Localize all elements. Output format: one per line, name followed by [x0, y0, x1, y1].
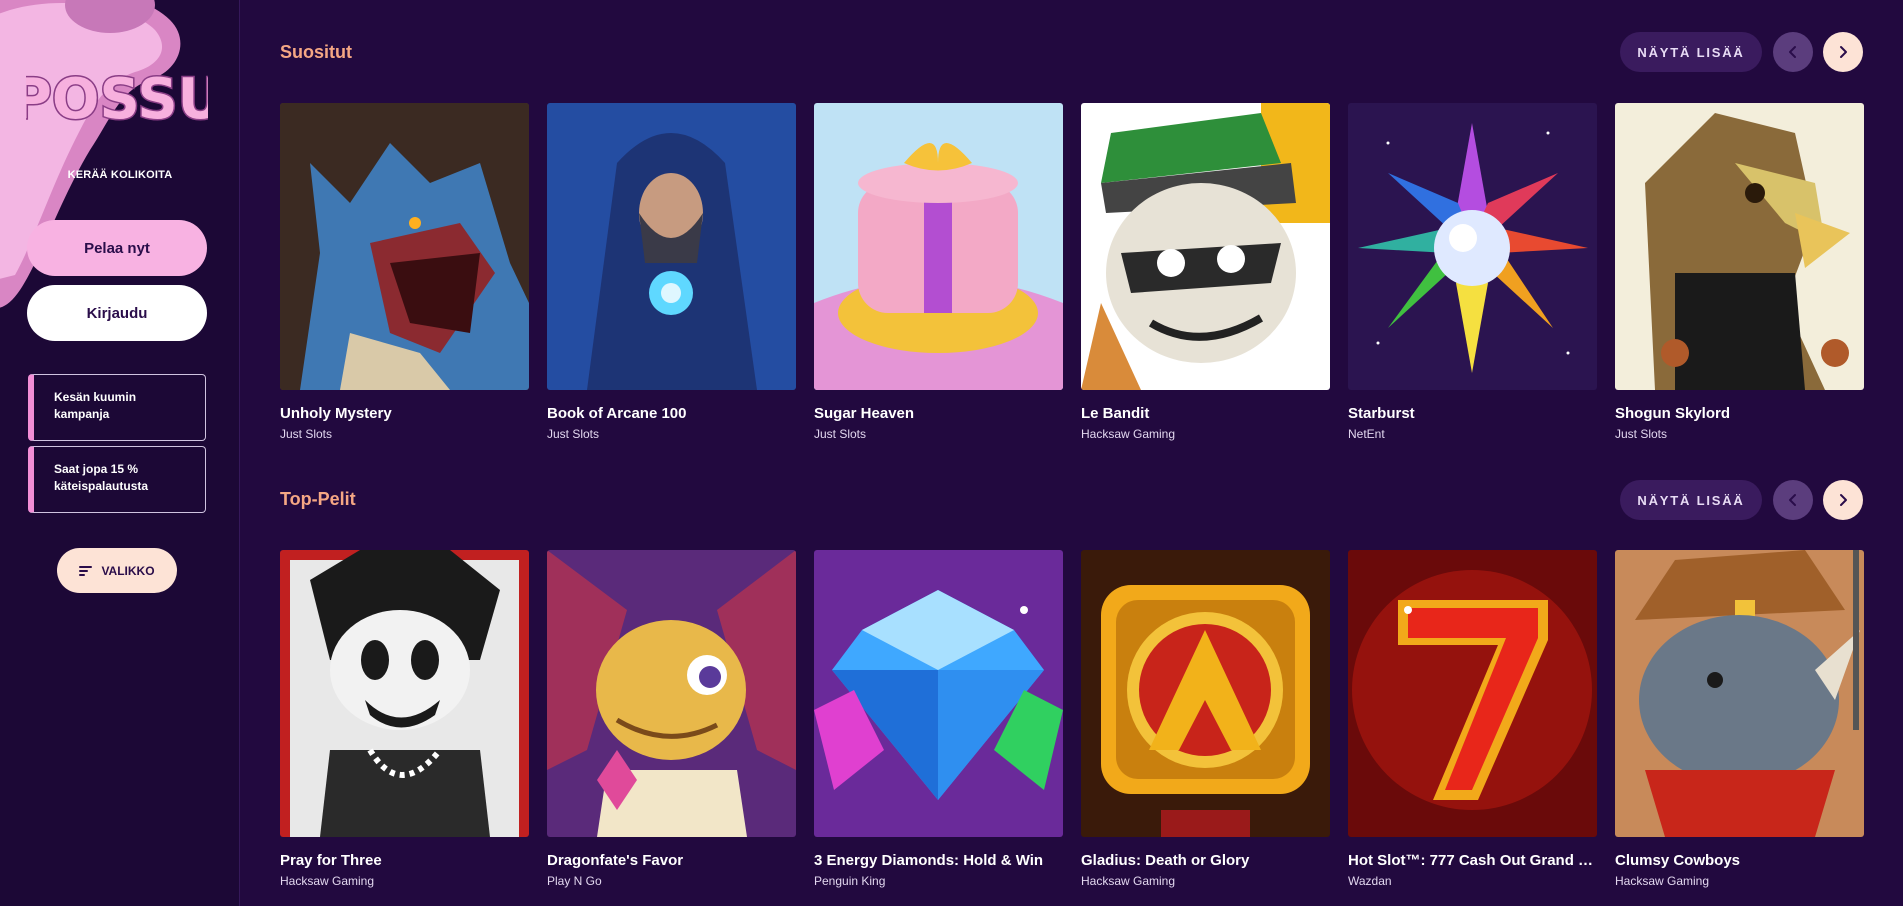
game-thumbnail-gift-box — [814, 103, 1063, 390]
game-provider: Just Slots — [814, 427, 867, 441]
game-provider: Wazdan — [1348, 874, 1392, 888]
game-thumbnail-cartoon-girl — [280, 550, 529, 837]
game-provider: Hacksaw Gaming — [1081, 427, 1176, 441]
game-provider: Just Slots — [1615, 427, 1668, 441]
game-card[interactable]: Unholy Mystery Just Slots — [280, 103, 529, 441]
promo-line: käteispalautusta — [54, 479, 149, 493]
promo-summer-campaign[interactable]: Kesän kuumin kampanja — [28, 374, 206, 441]
game-card[interactable]: Clumsy Cowboys Hacksaw Gaming — [1615, 550, 1864, 888]
game-card[interactable]: Starburst NetEnt — [1348, 103, 1597, 441]
game-card[interactable]: 3 Energy Diamonds: Hold & Win Penguin Ki… — [814, 550, 1063, 888]
promo-cashback[interactable]: Saat jopa 15 % käteispalautusta — [28, 446, 206, 513]
game-title: Starburst — [1348, 405, 1415, 422]
game-provider: Just Slots — [547, 427, 600, 441]
game-title: Gladius: Death or Glory — [1081, 852, 1250, 869]
game-card[interactable]: Gladius: Death or Glory Hacksaw Gaming — [1081, 550, 1330, 888]
menu-button[interactable]: VALIKKO — [57, 548, 177, 593]
game-title: Pray for Three — [280, 852, 382, 869]
game-thumbnail-raccoon — [1081, 103, 1330, 390]
login-button[interactable]: Kirjaudu — [27, 285, 207, 341]
game-title: Le Bandit — [1081, 405, 1150, 422]
game-thumbnail-wizard — [547, 103, 796, 390]
section-title-popular: Suositut — [280, 42, 352, 62]
game-card[interactable]: Sugar Heaven Just Slots — [814, 103, 1063, 441]
carousel-next-button[interactable] — [1823, 480, 1863, 520]
game-title: Hot Slot™: 777 Cash Out Grand Diamond — [1348, 852, 1597, 869]
game-thumbnail-shield-emblem — [1081, 550, 1330, 837]
possu-logo[interactable]: POSSU — [26, 58, 208, 134]
chevron-right-icon — [1840, 46, 1847, 58]
game-title: Dragonfate's Favor — [547, 852, 684, 869]
game-provider: Just Slots — [280, 427, 333, 441]
game-title: Unholy Mystery — [280, 405, 392, 422]
game-provider: Hacksaw Gaming — [1615, 874, 1710, 888]
promo-line: kampanja — [54, 407, 110, 421]
game-provider: NetEnt — [1348, 427, 1385, 441]
game-title: Book of Arcane 100 — [547, 405, 687, 422]
game-provider: Penguin King — [814, 874, 886, 888]
svg-text:POSSU: POSSU — [26, 67, 208, 132]
chevron-left-icon — [1789, 46, 1796, 58]
play-now-button[interactable]: Pelaa nyt — [27, 220, 207, 276]
game-provider: Play N Go — [547, 874, 602, 888]
game-card[interactable]: Le Bandit Hacksaw Gaming — [1081, 103, 1330, 441]
carousel-prev-button[interactable] — [1773, 480, 1813, 520]
show-more-button[interactable]: NÄYTÄ LISÄÄ — [1620, 480, 1762, 520]
game-title: 3 Energy Diamonds: Hold & Win — [814, 852, 1044, 869]
game-card[interactable]: Pray for Three Hacksaw Gaming — [280, 550, 529, 888]
game-thumbnail-werewolf — [280, 103, 529, 390]
promo-line: Saat jopa 15 % — [54, 462, 139, 476]
carousel-prev-button[interactable] — [1773, 32, 1813, 72]
game-title: Shogun Skylord — [1615, 405, 1731, 422]
game-card[interactable]: Dragonfate's Favor Play N Go — [547, 550, 796, 888]
tagline: KERÄÄ KOLIKOITA — [67, 169, 173, 181]
game-title: Sugar Heaven — [814, 405, 915, 422]
game-thumbnail-rhino-cowboy — [1615, 550, 1864, 837]
game-thumbnail-dragon — [547, 550, 796, 837]
chevron-left-icon — [1789, 494, 1796, 506]
game-thumbnail-lucky-seven — [1348, 550, 1597, 837]
game-title: Clumsy Cowboys — [1615, 852, 1741, 869]
game-provider: Hacksaw Gaming — [1081, 874, 1176, 888]
game-card[interactable]: Hot Slot™: 777 Cash Out Grand Diamond Wa… — [1348, 550, 1597, 888]
game-provider: Hacksaw Gaming — [280, 874, 375, 888]
section-title-top-games: Top-Pelit — [280, 489, 356, 509]
menu-label: VALIKKO — [101, 563, 155, 578]
game-card[interactable]: Shogun Skylord Just Slots — [1615, 103, 1864, 441]
promo-line: Kesän kuumin — [54, 390, 137, 404]
game-card[interactable]: Book of Arcane 100 Just Slots — [547, 103, 796, 441]
sidebar: POSSU KERÄÄ KOLIKOITA Pelaa nyt Kirjaudu… — [0, 0, 240, 906]
game-thumbnail-star-gem — [1348, 103, 1597, 390]
game-thumbnail-eagle-warrior — [1615, 103, 1864, 390]
game-thumbnail-diamond — [814, 550, 1063, 837]
show-more-button[interactable]: NÄYTÄ LISÄÄ — [1620, 32, 1762, 72]
menu-lines-icon — [79, 565, 93, 576]
carousel-next-button[interactable] — [1823, 32, 1863, 72]
chevron-right-icon — [1840, 494, 1847, 506]
